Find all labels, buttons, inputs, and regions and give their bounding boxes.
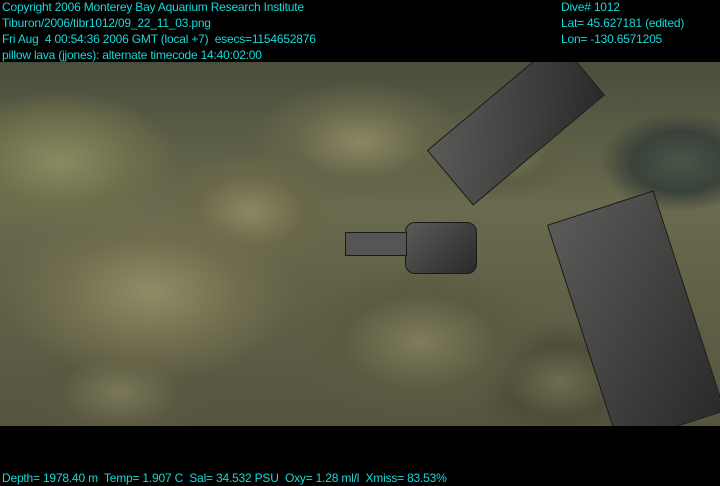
robot-arm-gripper (345, 232, 407, 256)
overlay-lat: Lat= 45.627181 (edited) (561, 16, 685, 30)
robot-arm-forearm (426, 62, 605, 206)
robot-arm-upper (546, 190, 720, 426)
overlay-dive: Dive# 1012 (561, 0, 620, 14)
seafloor-pillow-lava-image (0, 62, 720, 426)
robot-arm-wrist (405, 222, 477, 274)
overlay-copyright: Copyright 2006 Monterey Bay Aquarium Res… (2, 0, 304, 14)
overlay-lon: Lon= -130.6571205 (561, 32, 663, 46)
overlay-sensor-readings: Depth= 1978.40 m Temp= 1.907 C Sal= 34.5… (2, 471, 447, 485)
overlay-filename: Tiburon/2006/tibr1012/09_22_11_03.png (2, 16, 211, 30)
overlay-timestamp: Fri Aug 4 00:54:36 2006 GMT (local +7) e… (2, 32, 316, 46)
overlay-annotation: pillow lava (jjones): alternate timecode… (2, 48, 262, 62)
